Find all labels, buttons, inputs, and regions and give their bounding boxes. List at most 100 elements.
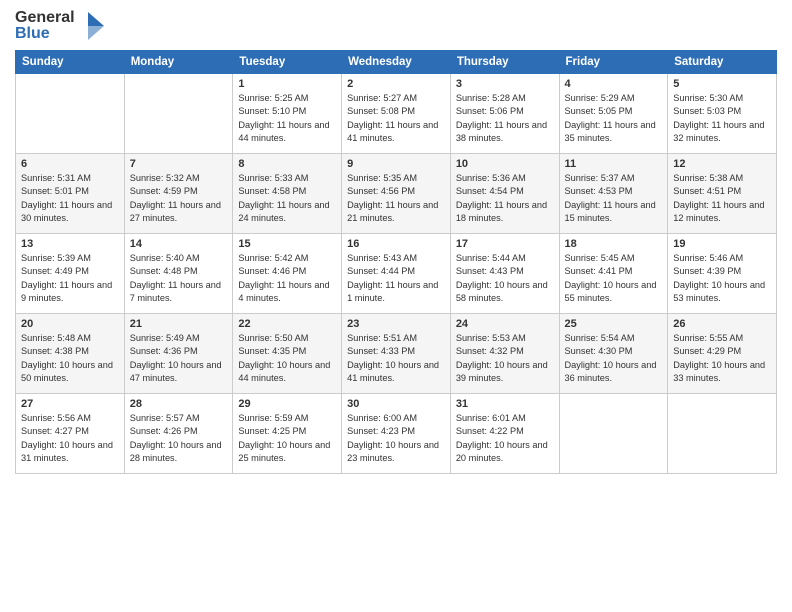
day-number: 29 bbox=[238, 398, 336, 410]
day-number: 24 bbox=[456, 318, 554, 330]
calendar-cell: 24 Sunrise: 5:53 AM Sunset: 4:32 PM Dayli… bbox=[450, 314, 559, 394]
day-number: 13 bbox=[21, 238, 119, 250]
day-number: 5 bbox=[673, 78, 771, 90]
calendar-cell: 1Sunrise: 5:25 AM Sunset: 5:10 PM Daylig… bbox=[233, 74, 342, 154]
calendar-cell: 2 Sunrise: 5:27 AM Sunset: 5:08 PM Daylig… bbox=[342, 74, 451, 154]
day-number: 2 bbox=[347, 78, 445, 90]
weekday-header-saturday: Saturday bbox=[668, 51, 777, 74]
day-number: 25 bbox=[565, 318, 663, 330]
calendar-cell: 30 Sunrise: 6:00 AM Sunset: 4:23 PM Dayli… bbox=[342, 394, 451, 474]
day-info: Sunrise: 5:57 AM Sunset: 4:26 PM Dayligh… bbox=[130, 412, 228, 465]
logo-general-text: General bbox=[15, 10, 75, 26]
day-number: 4 bbox=[565, 78, 663, 90]
calendar-table: SundayMondayTuesdayWednesdayThursdayFrid… bbox=[15, 50, 777, 474]
calendar-cell: 28Sunrise: 5:57 AM Sunset: 4:26 PM Dayli… bbox=[124, 394, 233, 474]
calendar-cell: 14Sunrise: 5:40 AM Sunset: 4:48 PM Dayli… bbox=[124, 234, 233, 314]
calendar-cell: 8Sunrise: 5:33 AM Sunset: 4:58 PM Daylig… bbox=[233, 154, 342, 234]
day-info: Sunrise: 5:51 AM Sunset: 4:33 PM Dayligh… bbox=[347, 332, 445, 385]
calendar-cell: 15 Sunrise: 5:42 AM Sunset: 4:46 PM Dayli… bbox=[233, 234, 342, 314]
day-info: Sunrise: 5:48 AM Sunset: 4:38 PM Dayligh… bbox=[21, 332, 119, 385]
calendar-cell bbox=[668, 394, 777, 474]
calendar-cell: 7Sunrise: 5:32 AM Sunset: 4:59 PM Daylig… bbox=[124, 154, 233, 234]
day-info: Sunrise: 5:42 AM Sunset: 4:46 PM Dayligh… bbox=[238, 252, 336, 305]
calendar-cell: 3Sunrise: 5:28 AM Sunset: 5:06 PM Daylig… bbox=[450, 74, 559, 154]
day-info: Sunrise: 5:49 AM Sunset: 4:36 PM Dayligh… bbox=[130, 332, 228, 385]
day-number: 26 bbox=[673, 318, 771, 330]
day-number: 17 bbox=[456, 238, 554, 250]
day-info: Sunrise: 6:01 AM Sunset: 4:22 PM Dayligh… bbox=[456, 412, 554, 465]
calendar-week-row: 1Sunrise: 5:25 AM Sunset: 5:10 PM Daylig… bbox=[16, 74, 777, 154]
weekday-header-friday: Friday bbox=[559, 51, 668, 74]
day-info: Sunrise: 5:37 AM Sunset: 4:53 PM Dayligh… bbox=[565, 172, 663, 225]
page-container: General Blue SundayMondayTuesdayWednesda… bbox=[0, 0, 792, 612]
calendar-cell bbox=[16, 74, 125, 154]
weekday-header-tuesday: Tuesday bbox=[233, 51, 342, 74]
day-info: Sunrise: 5:46 AM Sunset: 4:39 PM Dayligh… bbox=[673, 252, 771, 305]
calendar-cell: 16 Sunrise: 5:43 AM Sunset: 4:44 PM Dayli… bbox=[342, 234, 451, 314]
day-number: 30 bbox=[347, 398, 445, 410]
day-number: 7 bbox=[130, 158, 228, 170]
logo-text-block: General Blue bbox=[15, 10, 75, 42]
day-info: Sunrise: 5:25 AM Sunset: 5:10 PM Dayligh… bbox=[238, 92, 336, 145]
logo-wrapper: General Blue bbox=[15, 10, 106, 42]
day-number: 8 bbox=[238, 158, 336, 170]
day-info: Sunrise: 5:50 AM Sunset: 4:35 PM Dayligh… bbox=[238, 332, 336, 385]
logo-arrow-icon bbox=[78, 10, 106, 42]
day-info: Sunrise: 5:36 AM Sunset: 4:54 PM Dayligh… bbox=[456, 172, 554, 225]
day-info: Sunrise: 5:44 AM Sunset: 4:43 PM Dayligh… bbox=[456, 252, 554, 305]
calendar-cell: 6Sunrise: 5:31 AM Sunset: 5:01 PM Daylig… bbox=[16, 154, 125, 234]
day-info: Sunrise: 5:38 AM Sunset: 4:51 PM Dayligh… bbox=[673, 172, 771, 225]
day-info: Sunrise: 5:53 AM Sunset: 4:32 PM Dayligh… bbox=[456, 332, 554, 385]
day-info: Sunrise: 6:00 AM Sunset: 4:23 PM Dayligh… bbox=[347, 412, 445, 465]
day-info: Sunrise: 5:27 AM Sunset: 5:08 PM Dayligh… bbox=[347, 92, 445, 145]
day-info: Sunrise: 5:28 AM Sunset: 5:06 PM Dayligh… bbox=[456, 92, 554, 145]
calendar-week-row: 20 Sunrise: 5:48 AM Sunset: 4:38 PM Dayli… bbox=[16, 314, 777, 394]
calendar-cell: 19 Sunrise: 5:46 AM Sunset: 4:39 PM Dayli… bbox=[668, 234, 777, 314]
day-info: Sunrise: 5:54 AM Sunset: 4:30 PM Dayligh… bbox=[565, 332, 663, 385]
calendar-cell: 22 Sunrise: 5:50 AM Sunset: 4:35 PM Dayli… bbox=[233, 314, 342, 394]
day-number: 18 bbox=[565, 238, 663, 250]
day-number: 19 bbox=[673, 238, 771, 250]
day-info: Sunrise: 5:43 AM Sunset: 4:44 PM Dayligh… bbox=[347, 252, 445, 305]
weekday-header-sunday: Sunday bbox=[16, 51, 125, 74]
calendar-cell: 17 Sunrise: 5:44 AM Sunset: 4:43 PM Dayli… bbox=[450, 234, 559, 314]
calendar-cell: 23Sunrise: 5:51 AM Sunset: 4:33 PM Dayli… bbox=[342, 314, 451, 394]
weekday-header-thursday: Thursday bbox=[450, 51, 559, 74]
calendar-cell bbox=[124, 74, 233, 154]
calendar-cell: 9Sunrise: 5:35 AM Sunset: 4:56 PM Daylig… bbox=[342, 154, 451, 234]
calendar-cell: 20 Sunrise: 5:48 AM Sunset: 4:38 PM Dayli… bbox=[16, 314, 125, 394]
calendar-cell: 12 Sunrise: 5:38 AM Sunset: 4:51 PM Dayli… bbox=[668, 154, 777, 234]
calendar-cell: 29Sunrise: 5:59 AM Sunset: 4:25 PM Dayli… bbox=[233, 394, 342, 474]
day-info: Sunrise: 5:56 AM Sunset: 4:27 PM Dayligh… bbox=[21, 412, 119, 465]
calendar-cell: 31Sunrise: 6:01 AM Sunset: 4:22 PM Dayli… bbox=[450, 394, 559, 474]
day-info: Sunrise: 5:55 AM Sunset: 4:29 PM Dayligh… bbox=[673, 332, 771, 385]
header: General Blue bbox=[15, 10, 777, 42]
day-info: Sunrise: 5:45 AM Sunset: 4:41 PM Dayligh… bbox=[565, 252, 663, 305]
logo-blue-text: Blue bbox=[15, 26, 75, 42]
weekday-header-wednesday: Wednesday bbox=[342, 51, 451, 74]
day-number: 21 bbox=[130, 318, 228, 330]
weekday-header-monday: Monday bbox=[124, 51, 233, 74]
day-number: 14 bbox=[130, 238, 228, 250]
calendar-cell: 25 Sunrise: 5:54 AM Sunset: 4:30 PM Dayli… bbox=[559, 314, 668, 394]
day-number: 9 bbox=[347, 158, 445, 170]
logo: General Blue bbox=[15, 10, 106, 42]
calendar-cell: 11Sunrise: 5:37 AM Sunset: 4:53 PM Dayli… bbox=[559, 154, 668, 234]
day-number: 10 bbox=[456, 158, 554, 170]
calendar-cell: 26 Sunrise: 5:55 AM Sunset: 4:29 PM Dayli… bbox=[668, 314, 777, 394]
calendar-week-row: 27 Sunrise: 5:56 AM Sunset: 4:27 PM Dayli… bbox=[16, 394, 777, 474]
calendar-week-row: 6Sunrise: 5:31 AM Sunset: 5:01 PM Daylig… bbox=[16, 154, 777, 234]
day-number: 22 bbox=[238, 318, 336, 330]
day-number: 20 bbox=[21, 318, 119, 330]
calendar-cell: 27 Sunrise: 5:56 AM Sunset: 4:27 PM Dayli… bbox=[16, 394, 125, 474]
weekday-header-row: SundayMondayTuesdayWednesdayThursdayFrid… bbox=[16, 51, 777, 74]
day-number: 16 bbox=[347, 238, 445, 250]
calendar-cell: 4 Sunrise: 5:29 AM Sunset: 5:05 PM Daylig… bbox=[559, 74, 668, 154]
day-number: 27 bbox=[21, 398, 119, 410]
day-number: 12 bbox=[673, 158, 771, 170]
day-info: Sunrise: 5:30 AM Sunset: 5:03 PM Dayligh… bbox=[673, 92, 771, 145]
calendar-week-row: 13Sunrise: 5:39 AM Sunset: 4:49 PM Dayli… bbox=[16, 234, 777, 314]
day-number: 15 bbox=[238, 238, 336, 250]
day-info: Sunrise: 5:29 AM Sunset: 5:05 PM Dayligh… bbox=[565, 92, 663, 145]
day-info: Sunrise: 5:31 AM Sunset: 5:01 PM Dayligh… bbox=[21, 172, 119, 225]
